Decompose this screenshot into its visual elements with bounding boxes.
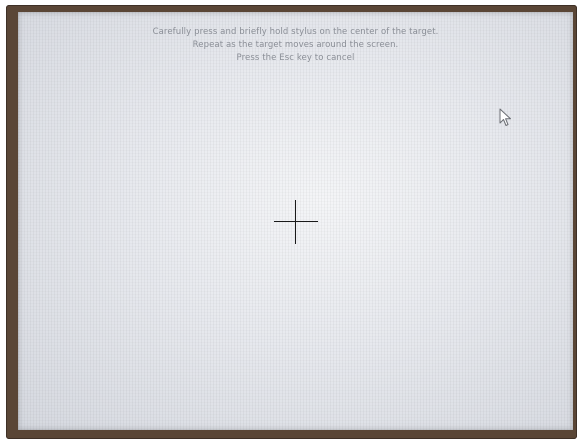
crosshair-horizontal-line	[274, 221, 318, 222]
instruction-line-3: Press the Esc key to cancel	[236, 53, 355, 63]
instruction-line-2: Repeat as the target moves around the sc…	[192, 40, 399, 50]
calibration-screen[interactable]: Carefully press and briefly hold stylus …	[18, 12, 573, 430]
crosshair-icon[interactable]	[274, 200, 318, 244]
instruction-line-1: Carefully press and briefly hold stylus …	[152, 27, 439, 37]
crosshair-vertical-line	[295, 200, 296, 244]
mouse-pointer-icon	[499, 108, 511, 126]
calibration-instructions: Carefully press and briefly hold stylus …	[18, 26, 573, 65]
